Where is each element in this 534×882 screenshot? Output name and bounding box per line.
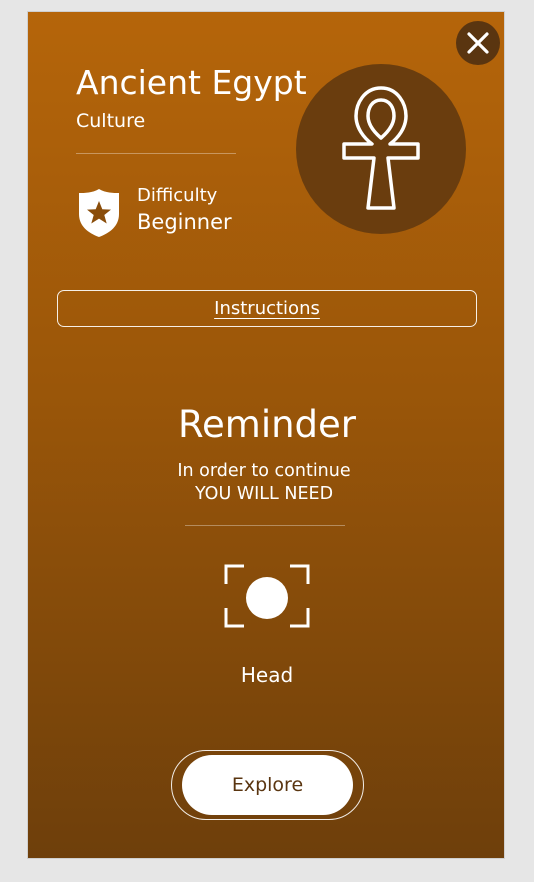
requirement-label: Head xyxy=(240,663,294,687)
explore-button-ring: Explore xyxy=(171,750,364,820)
ankh-icon xyxy=(342,86,420,210)
close-button[interactable] xyxy=(456,21,500,65)
face-scan-icon xyxy=(224,564,310,628)
instructions-button[interactable]: Instructions xyxy=(57,290,477,327)
page-title: Ancient Egypt xyxy=(76,63,307,102)
shield-star-icon xyxy=(79,189,119,237)
reminder-text: In order to continue xyxy=(177,461,351,481)
emblem xyxy=(296,64,466,234)
close-icon xyxy=(467,32,489,54)
explore-button[interactable]: Explore xyxy=(182,755,353,815)
instructions-label: Instructions xyxy=(214,298,320,319)
divider xyxy=(185,525,345,526)
reminder-title: Reminder xyxy=(177,403,357,446)
course-card: Ancient Egypt Culture Difficulty Beginne… xyxy=(27,11,505,859)
reminder-requirement-text: YOU WILL NEED xyxy=(194,484,334,504)
difficulty-label: Difficulty xyxy=(137,185,218,206)
divider xyxy=(76,153,236,154)
difficulty-value: Beginner xyxy=(137,210,232,234)
category-label: Culture xyxy=(76,110,146,132)
